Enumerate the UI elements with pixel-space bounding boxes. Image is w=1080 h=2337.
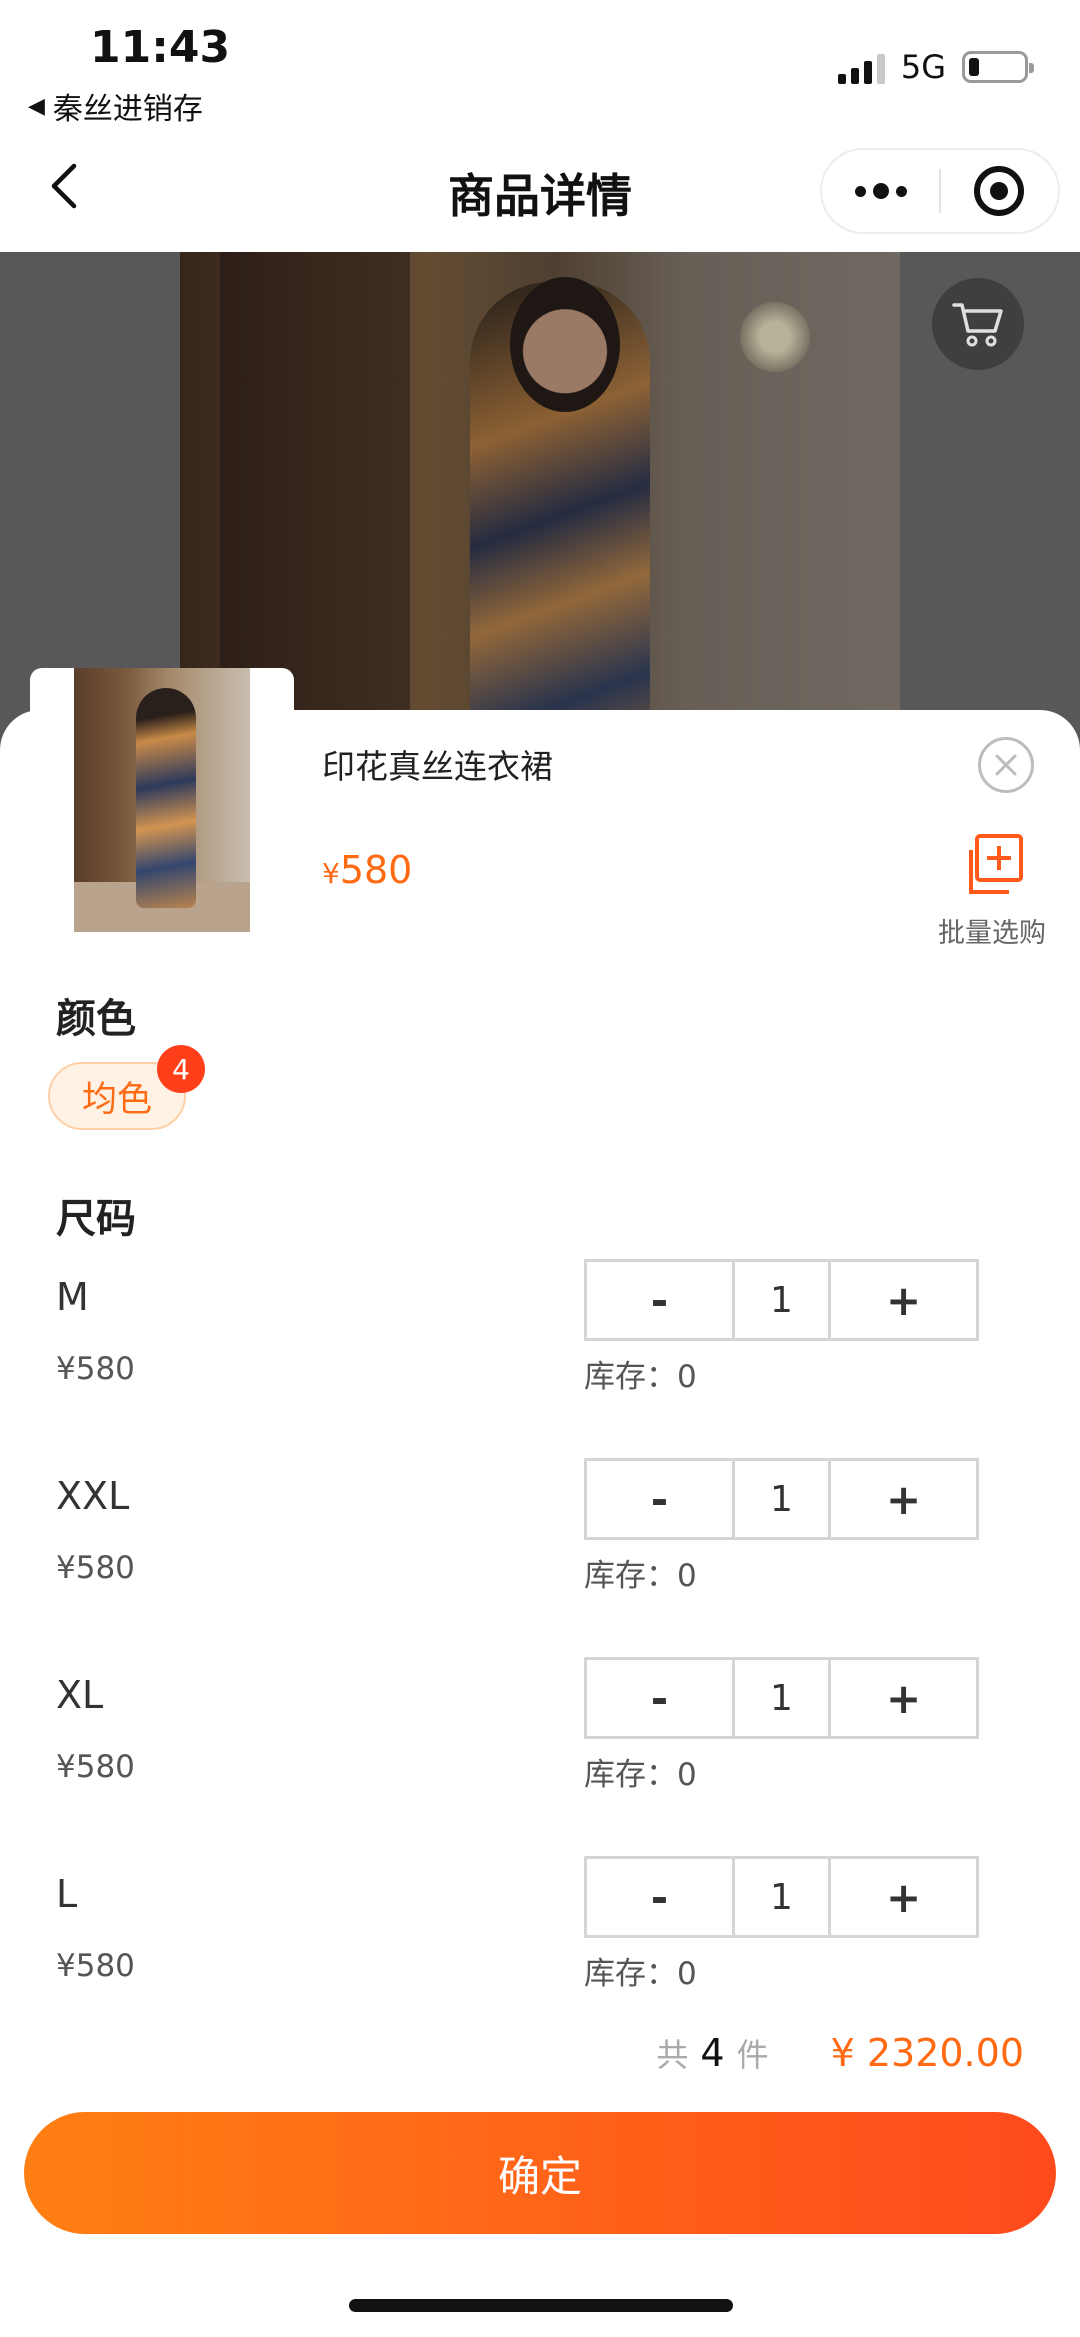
battery-level [969, 58, 980, 76]
back-to-app-link[interactable]: ◀ 秦丝进销存 [28, 84, 203, 128]
status-time: 11:43 [90, 22, 231, 73]
color-count-badge: 4 [157, 1045, 205, 1093]
size-name: XL [56, 1673, 104, 1717]
quantity-input[interactable]: 1 [731, 1660, 832, 1736]
batch-purchase-button[interactable]: 批量选购 [930, 833, 1054, 950]
stock-value: 0 [677, 1558, 697, 1594]
color-section-title: 颜色 [56, 996, 136, 1042]
increase-button[interactable]: + [831, 1859, 976, 1935]
summary-suffix: 件 [736, 2036, 769, 2074]
size-row: XXL ¥580 - 1 + 库存：0 [0, 1458, 1080, 1674]
status-bar: 11:43 ◀ 秦丝进销存 5G [0, 0, 1080, 130]
close-icon [995, 754, 1017, 776]
stock-value: 0 [677, 1956, 697, 1992]
stock-value: 0 [677, 1359, 697, 1395]
batch-add-icon [969, 834, 1023, 894]
size-row: M ¥580 - 1 + 库存：0 [0, 1259, 1080, 1475]
size-name: M [56, 1275, 89, 1319]
back-app-label: 秦丝进销存 [52, 92, 203, 127]
close-sheet-button[interactable] [978, 737, 1034, 793]
stock-info: 库存：0 [584, 1550, 697, 1595]
size-price: ¥580 [56, 1948, 135, 1984]
decrease-button[interactable]: - [587, 1660, 732, 1736]
quantity-stepper: - 1 + [584, 1856, 979, 1938]
home-indicator[interactable] [349, 2299, 733, 2312]
summary-total: ¥ 2320.00 [830, 2031, 1024, 2075]
quantity-stepper: - 1 + [584, 1458, 979, 1540]
more-button[interactable] [822, 150, 939, 232]
size-section-title: 尺码 [56, 1196, 136, 1242]
decrease-button[interactable]: - [587, 1461, 732, 1537]
stock-info: 库存：0 [584, 1351, 697, 1396]
target-icon [974, 166, 1025, 216]
stock-label: 库存： [584, 1757, 677, 1793]
batch-purchase-label: 批量选购 [938, 918, 1046, 949]
cart-button[interactable] [932, 278, 1024, 370]
quantity-input[interactable]: 1 [731, 1461, 832, 1537]
price-value: 580 [339, 848, 413, 892]
order-summary: 共 4 件 ¥ 2320.00 [656, 2030, 1024, 2076]
size-row: XL ¥580 - 1 + 库存：0 [0, 1657, 1080, 1873]
size-name: XXL [56, 1474, 130, 1518]
cart-icon [952, 303, 1003, 347]
mini-program-capsule [820, 148, 1060, 234]
summary-count: 4 [700, 2031, 725, 2075]
increase-button[interactable]: + [831, 1262, 976, 1338]
decrease-button[interactable]: - [587, 1262, 732, 1338]
back-triangle-icon: ◀ [28, 93, 45, 119]
quantity-stepper: - 1 + [584, 1657, 979, 1739]
signal-icon [837, 50, 885, 84]
currency-symbol: ¥ [322, 857, 340, 890]
more-dots-icon [854, 185, 866, 197]
summary-prefix: 共 [656, 2036, 689, 2074]
product-thumbnail-image[interactable] [74, 668, 250, 932]
battery-icon [962, 51, 1034, 83]
product-title: 印花真丝连衣裙 [322, 747, 553, 786]
quantity-input[interactable]: 1 [731, 1859, 832, 1935]
decrease-button[interactable]: - [587, 1859, 732, 1935]
size-name: L [56, 1872, 78, 1916]
close-mini-program-button[interactable] [941, 150, 1058, 232]
quantity-input[interactable]: 1 [731, 1262, 832, 1338]
product-thumbnail [30, 668, 294, 952]
confirm-button[interactable]: 确定 [24, 2112, 1056, 2234]
size-price: ¥580 [56, 1351, 135, 1387]
status-indicators: 5G [837, 48, 1034, 86]
stock-label: 库存： [584, 1558, 677, 1594]
nav-bar: 商品详情 [0, 130, 1080, 252]
increase-button[interactable]: + [831, 1660, 976, 1736]
size-price: ¥580 [56, 1749, 135, 1785]
quantity-stepper: - 1 + [584, 1259, 979, 1341]
stock-info: 库存：0 [584, 1948, 697, 1993]
increase-button[interactable]: + [831, 1461, 976, 1537]
stock-label: 库存： [584, 1956, 677, 1992]
network-type: 5G [900, 48, 946, 86]
stock-value: 0 [677, 1757, 697, 1793]
product-price: ¥580 [322, 848, 412, 892]
stock-info: 库存：0 [584, 1749, 697, 1794]
size-price: ¥580 [56, 1550, 135, 1586]
stock-label: 库存： [584, 1359, 677, 1395]
